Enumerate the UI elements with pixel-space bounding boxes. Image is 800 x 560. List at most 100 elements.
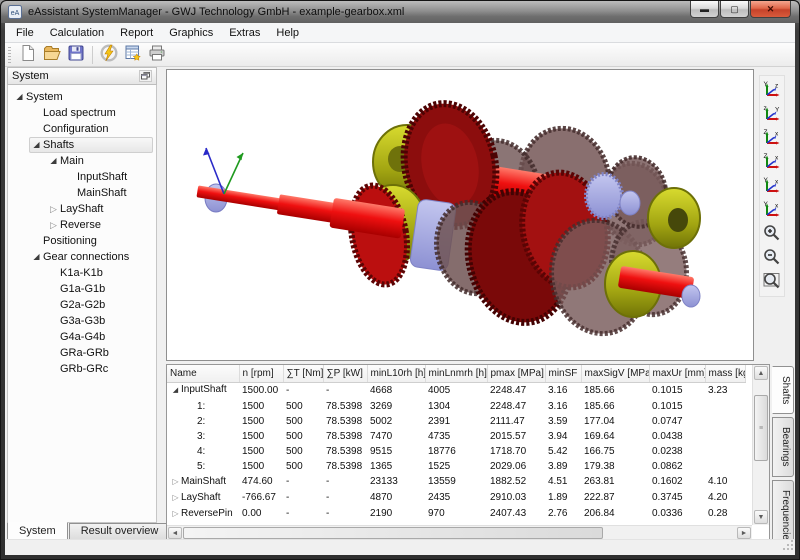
gearbox-3d-render	[167, 70, 753, 360]
print-button[interactable]	[145, 44, 169, 66]
view-back-button[interactable]: zY	[761, 103, 783, 125]
tree-item-label: MainShaft	[77, 187, 127, 199]
column-header-minlnmrh-h[interactable]: minLnmrh [h]	[425, 365, 487, 382]
zoom-out-button[interactable]	[761, 247, 783, 269]
tree-item-mainshaft[interactable]: MainShaft	[8, 185, 156, 201]
close-button[interactable]: ✕	[750, 1, 791, 18]
column-header-maxur-mm[interactable]: maxUr [mm]	[649, 365, 705, 382]
column-header-mass-kg[interactable]: mass [kg]	[705, 365, 745, 382]
column-header-t-nm[interactable]: ∑T [Nm]	[283, 365, 323, 382]
column-header-name[interactable]: Name	[167, 365, 239, 382]
column-header-pmax-mpa[interactable]: pmax [MPa]	[487, 365, 545, 382]
minimize-button[interactable]: ▬	[690, 1, 719, 18]
dock-header[interactable]: System	[7, 67, 157, 85]
expander-collapsed-icon[interactable]: ▷	[47, 217, 60, 233]
tree-item-reverse[interactable]: ▷Reverse	[8, 217, 156, 233]
view-right-button[interactable]: Zx	[761, 151, 783, 173]
tree-item-layshaft[interactable]: ▷LayShaft	[8, 201, 156, 217]
scroll-up-icon[interactable]: ▲	[754, 366, 768, 380]
resize-grip-icon[interactable]	[783, 540, 794, 554]
scroll-down-icon[interactable]: ▼	[754, 510, 768, 524]
cell-name: ▷MainShaft	[167, 474, 239, 490]
column-header-minl10rh-h[interactable]: minL10rh [h]	[367, 365, 425, 382]
table-row-inputshaft[interactable]: ◢InputShaft1500.00--466840052248.473.161…	[167, 382, 745, 399]
expander-collapsed-icon[interactable]: ▷	[170, 506, 181, 522]
table-row-4[interactable]: 4:150050078.53989515187761718.705.42166.…	[167, 444, 745, 459]
table-row-3[interactable]: 3:150050078.5398747047352015.573.94169.6…	[167, 429, 745, 444]
tree-item-g4a-g4b[interactable]: G4a-G4b	[8, 329, 156, 345]
application-window: eA eAssistant SystemManager - GWJ Techno…	[0, 0, 800, 560]
tab-shafts[interactable]: Shafts	[772, 366, 794, 414]
column-header-minsf[interactable]: minSF	[545, 365, 581, 382]
column-header-p-kw[interactable]: ∑P [kW]	[323, 365, 367, 382]
view-bottom-button[interactable]: Yx	[761, 199, 783, 221]
expander-collapsed-icon[interactable]: ▷	[47, 201, 60, 217]
view-left-button[interactable]: Zx	[761, 127, 783, 149]
scroll-right-icon[interactable]: ►	[737, 527, 751, 539]
tree-item-gra-grb[interactable]: GRa-GRb	[8, 345, 156, 361]
results-panel: Namen [rpm]∑T [Nm]∑P [kW]minL10rh [h]min…	[166, 364, 770, 541]
menu-extras[interactable]: Extras	[221, 24, 268, 42]
cell-value: 5002	[367, 414, 425, 429]
horizontal-scrollbar[interactable]: ◄ ►	[167, 525, 752, 540]
view-top-button[interactable]: Yx	[761, 175, 783, 197]
horizontal-scroll-thumb[interactable]	[183, 527, 603, 539]
expander-collapsed-icon[interactable]: ▷	[170, 490, 181, 506]
tree-item-shafts[interactable]: ◢Shafts	[8, 137, 156, 153]
toolbar-grip[interactable]	[8, 47, 11, 63]
scroll-left-icon[interactable]: ◄	[168, 527, 182, 539]
menu-calculation[interactable]: Calculation	[42, 24, 112, 42]
tree-item-g3a-g3b[interactable]: G3a-G3b	[8, 313, 156, 329]
tree-item-gear-connections[interactable]: ◢Gear connections	[8, 249, 156, 265]
report-button[interactable]	[121, 44, 145, 66]
3d-viewport[interactable]	[166, 69, 754, 361]
expander-expanded-icon[interactable]: ◢	[13, 89, 26, 105]
menu-help[interactable]: Help	[268, 24, 307, 42]
tree-item-k1a-k1b[interactable]: K1a-K1b	[8, 265, 156, 281]
tree-item-grb-grc[interactable]: GRb-GRc	[8, 361, 156, 377]
column-header-maxsigv-mpa[interactable]: maxSigV [MPa]	[581, 365, 649, 382]
new-document-button[interactable]	[16, 44, 40, 66]
expander-expanded-icon[interactable]: ◢	[30, 249, 43, 265]
open-file-button[interactable]	[40, 44, 64, 66]
expander-expanded-icon[interactable]: ◢	[170, 383, 181, 399]
cell-value: 0.1015	[649, 382, 705, 399]
table-row-mainshaft[interactable]: ▷MainShaft474.60--23133135591882.524.512…	[167, 474, 745, 490]
table-row-2[interactable]: 2:150050078.5398500223912111.473.59177.0…	[167, 414, 745, 429]
cell-value: -	[283, 474, 323, 490]
tree-item-inputshaft[interactable]: InputShaft	[8, 169, 156, 185]
system-dock-panel: System ◢SystemLoad spectrumConfiguration…	[7, 67, 157, 523]
tree-item-g1a-g1b[interactable]: G1a-G1b	[8, 281, 156, 297]
tree-item-configuration[interactable]: Configuration	[8, 121, 156, 137]
menu-report[interactable]: Report	[112, 24, 161, 42]
tree-item-positioning[interactable]: Positioning	[8, 233, 156, 249]
row-name: ReversePin	[181, 508, 233, 519]
zoom-in-button[interactable]	[761, 223, 783, 245]
expander-expanded-icon[interactable]: ◢	[30, 137, 43, 153]
vertical-scroll-thumb[interactable]: ≡	[754, 395, 768, 461]
tree-item-load-spectrum[interactable]: Load spectrum	[8, 105, 156, 121]
calculate-button[interactable]	[97, 44, 121, 66]
row-name: 1:	[197, 401, 205, 412]
table-row-5[interactable]: 5:150050078.5398136515252029.063.89179.3…	[167, 459, 745, 474]
cell-value: 166.75	[581, 444, 649, 459]
zoom-window-button[interactable]	[761, 271, 783, 293]
tree-item-main[interactable]: ◢Main	[8, 153, 156, 169]
table-row-1[interactable]: 1:150050078.5398326913042248.473.16185.6…	[167, 399, 745, 414]
table-row-layshaft[interactable]: ▷LayShaft-766.67--487024352910.031.89222…	[167, 490, 745, 506]
float-window-icon[interactable]	[139, 70, 152, 82]
tab-bearings[interactable]: Bearings	[772, 417, 794, 476]
tree-item-system[interactable]: ◢System	[8, 89, 156, 105]
tree-item-g2a-g2b[interactable]: G2a-G2b	[8, 297, 156, 313]
view-front-button[interactable]: Yz	[761, 79, 783, 101]
save-file-button[interactable]	[64, 44, 88, 66]
column-header-n-rpm[interactable]: n [rpm]	[239, 365, 283, 382]
vertical-scrollbar[interactable]: ▲ ≡ ▼	[752, 365, 769, 525]
table-row-reversepin[interactable]: ▷ReversePin0.00--21909702407.432.76206.8…	[167, 506, 745, 522]
expander-expanded-icon[interactable]: ◢	[47, 153, 60, 169]
menu-graphics[interactable]: Graphics	[161, 24, 221, 42]
titlebar[interactable]: eA eAssistant SystemManager - GWJ Techno…	[1, 1, 799, 23]
maximize-button[interactable]: ▢	[720, 1, 749, 18]
expander-collapsed-icon[interactable]: ▷	[170, 474, 181, 490]
menu-file[interactable]: File	[8, 24, 42, 42]
